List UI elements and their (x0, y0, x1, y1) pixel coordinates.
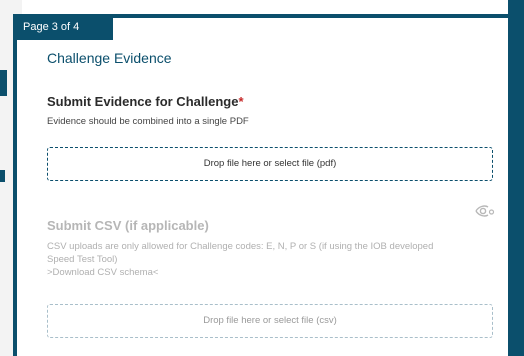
required-marker: * (238, 94, 244, 109)
csv-description-line2: Speed Test Tool) (47, 254, 118, 265)
csv-dropzone[interactable]: Drop file here or select file (csv) (47, 304, 493, 338)
pdf-dropzone[interactable]: Drop file here or select file (pdf) (47, 147, 493, 181)
evidence-heading-text: Submit Evidence for Challenge (47, 94, 239, 109)
evidence-subtext: Evidence should be combined into a singl… (47, 116, 249, 127)
pdf-dropzone-label: Drop file here or select file (pdf) (203, 158, 337, 169)
csv-heading: Submit CSV (if applicable) (47, 218, 209, 233)
eye-icon[interactable] (475, 204, 495, 218)
csv-description-line1: CSV uploads are only allowed for Challen… (47, 241, 434, 252)
left-accent-bar (0, 70, 7, 96)
csv-description: CSV uploads are only allowed for Challen… (47, 240, 497, 279)
page-indicator: Page 3 of 4 (13, 14, 113, 40)
page-title: Challenge Evidence (47, 50, 172, 66)
evidence-heading: Submit Evidence for Challenge* (47, 94, 244, 109)
csv-dropzone-label: Drop file here or select file (csv) (203, 315, 337, 326)
download-csv-schema-link[interactable]: >Download CSV schema< (47, 266, 497, 279)
form-card: Page 3 of 4 Challenge Evidence Submit Ev… (13, 14, 512, 356)
left-accent-bar-small (0, 170, 5, 182)
